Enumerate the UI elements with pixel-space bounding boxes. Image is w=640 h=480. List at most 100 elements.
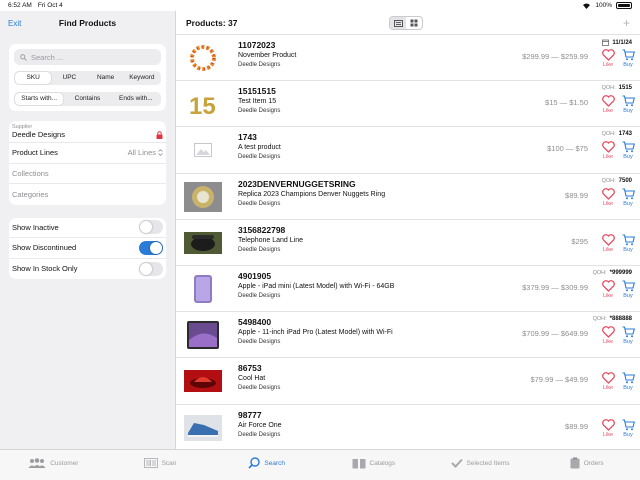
- buy-button[interactable]: Buy: [620, 280, 636, 299]
- grid-view-button[interactable]: [406, 17, 422, 29]
- product-thumbnail: [184, 366, 222, 396]
- tab-catalogs[interactable]: Catalogs: [320, 450, 427, 480]
- product-price: $15 — $1.50: [545, 98, 588, 108]
- tab-customer[interactable]: Customer: [0, 450, 107, 480]
- segment-keyword[interactable]: Keyword: [124, 72, 160, 84]
- segment-sku[interactable]: SKU: [15, 72, 52, 84]
- product-sku: 11072023: [238, 40, 276, 50]
- product-row[interactable]: 15 15151515 Test Item 15 Deedle Designs …: [176, 81, 640, 128]
- supplier-row[interactable]: Supplier Deedle Designs: [9, 121, 166, 143]
- heart-icon: [601, 187, 615, 200]
- buy-label: Buy: [623, 200, 633, 207]
- wreath-image: [190, 45, 216, 71]
- product-list-panel: Products: 37 + 11072023 November Product: [176, 11, 640, 451]
- list-view-button[interactable]: [390, 17, 406, 29]
- segment-ends-with[interactable]: Ends with...: [112, 93, 160, 105]
- product-row[interactable]: 2023DENVERNUGGETSRING Replica 2023 Champ…: [176, 174, 640, 220]
- like-label: Like: [602, 431, 614, 438]
- tab-scan[interactable]: Scan: [107, 450, 214, 480]
- like-button[interactable]: Like: [600, 326, 616, 345]
- qoh-label: QOH:: [601, 85, 616, 92]
- like-button[interactable]: Like: [600, 95, 616, 114]
- barcode-icon: [143, 458, 158, 468]
- product-thumbnail: 15: [184, 89, 222, 119]
- buy-label: Buy: [623, 62, 633, 68]
- like-button[interactable]: Like: [600, 141, 616, 160]
- sidebar-header: Exit Find Products: [0, 11, 175, 35]
- show-in-stock-toggle[interactable]: [139, 261, 163, 276]
- product-row[interactable]: 5498400 Apple - 11-inch iPad Pro (Latest…: [176, 312, 640, 359]
- product-supplier: Deedle Designs: [238, 246, 281, 253]
- heart-icon: [601, 49, 615, 61]
- categories-row[interactable]: Categories: [9, 184, 166, 205]
- like-button[interactable]: Like: [600, 372, 616, 391]
- toggle-card: Show Inactive Show Discontinued Show In …: [9, 217, 166, 280]
- product-row[interactable]: 86753 Cool Hat Deedle Designs $79.99 — $…: [176, 358, 640, 405]
- show-in-stock-row: Show In Stock Only: [9, 259, 166, 280]
- product-price: $295: [571, 236, 588, 246]
- like-button[interactable]: Like: [600, 233, 616, 253]
- qoh-label: QOH:: [601, 177, 616, 184]
- tab-orders[interactable]: Orders: [533, 450, 640, 480]
- segment-name[interactable]: Name: [88, 72, 124, 84]
- show-inactive-toggle[interactable]: [139, 220, 163, 235]
- like-button[interactable]: Like: [600, 418, 616, 438]
- search-icon: [248, 457, 261, 469]
- svg-text:15: 15: [189, 93, 216, 118]
- product-name: Apple - iPad mini (Latest Model) with Wi…: [238, 282, 395, 290]
- product-sku: 5498400: [238, 317, 272, 328]
- qoh-badge: QOH: *999999: [593, 270, 632, 276]
- cart-icon: [622, 280, 635, 292]
- search-input[interactable]: Search ...: [14, 49, 161, 65]
- product-supplier: Deedle Designs: [238, 200, 281, 207]
- like-label: Like: [602, 246, 614, 253]
- like-button[interactable]: Like: [600, 187, 616, 207]
- buy-button[interactable]: Buy: [620, 49, 636, 68]
- buy-button[interactable]: Buy: [620, 188, 636, 207]
- product-price: $299.99 — $259.99: [522, 52, 588, 61]
- product-supplier: Deedle Designs: [238, 108, 281, 115]
- buy-button[interactable]: Buy: [620, 418, 636, 438]
- buy-button[interactable]: Buy: [620, 234, 636, 253]
- buy-button[interactable]: Buy: [620, 372, 636, 391]
- segment-starts-with[interactable]: Starts with...: [15, 93, 64, 105]
- product-row[interactable]: 11072023 November Product Deedle Designs…: [176, 35, 640, 82]
- buy-button[interactable]: Buy: [620, 326, 636, 345]
- like-button[interactable]: Like: [600, 49, 616, 68]
- book-icon: [352, 458, 366, 468]
- tab-search[interactable]: Search: [213, 450, 320, 480]
- buy-label: Buy: [623, 431, 633, 438]
- product-name: Cool Hat: [238, 375, 266, 383]
- tab-selected-items[interactable]: Selected Items: [427, 450, 534, 480]
- product-name: November Product: [238, 52, 297, 59]
- status-time: 6:52 AM: [8, 2, 32, 9]
- buy-button[interactable]: Buy: [620, 141, 636, 160]
- categories-label: Categories: [12, 189, 49, 199]
- product-lines-value: All Lines: [127, 148, 156, 158]
- placeholder-image-icon: [194, 143, 212, 158]
- segment-upc[interactable]: UPC: [51, 72, 87, 84]
- lock-icon: [156, 131, 163, 139]
- buy-button[interactable]: Buy: [620, 95, 636, 114]
- telephone-image: [184, 231, 222, 254]
- buy-label: Buy: [623, 246, 633, 253]
- battery-icon: [616, 2, 632, 9]
- product-sku: 3156822798: [238, 224, 286, 235]
- product-row[interactable]: 1743 A test product Deedle Designs $100 …: [176, 127, 640, 174]
- like-button[interactable]: Like: [600, 280, 616, 299]
- collections-row[interactable]: Collections: [9, 164, 166, 184]
- show-inactive-row: Show Inactive: [9, 218, 166, 238]
- product-lines-row[interactable]: Product Lines All Lines: [9, 143, 166, 164]
- product-row[interactable]: 4901905 Apple - iPad mini (Latest Model)…: [176, 266, 640, 313]
- product-row[interactable]: 3156822798 Telephone Land Line Deedle De…: [176, 220, 640, 266]
- heart-icon: [601, 372, 615, 385]
- ipad-mini-image: [194, 274, 212, 303]
- segment-contains[interactable]: Contains: [63, 93, 111, 105]
- add-icon[interactable]: +: [623, 16, 630, 30]
- show-discontinued-toggle[interactable]: [139, 240, 163, 255]
- product-row[interactable]: 98777 Air Force One Deedle Designs $89.9…: [176, 405, 640, 451]
- cart-icon: [622, 49, 635, 61]
- tab-orders-label: Orders: [583, 459, 604, 467]
- exit-button[interactable]: Exit: [8, 19, 21, 28]
- qoh-value: 1515: [618, 85, 632, 92]
